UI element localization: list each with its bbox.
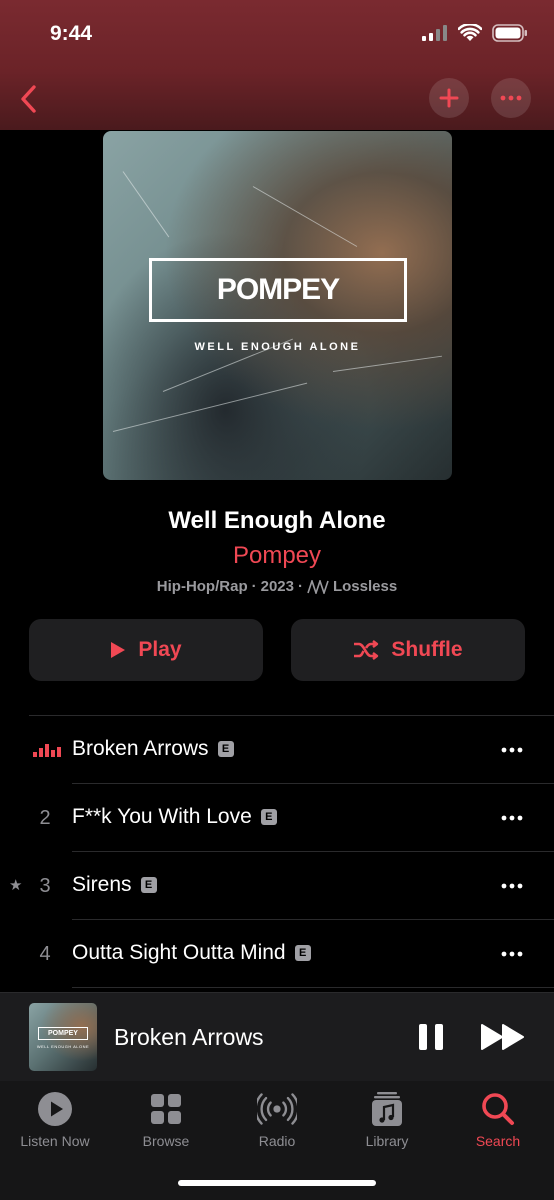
play-label: Play <box>138 638 182 661</box>
pause-icon-bar <box>435 1024 443 1050</box>
tab-label: Listen Now <box>20 1133 90 1149</box>
explicit-badge: E <box>217 741 234 757</box>
mini-player-artwork[interactable]: POMPEY WELL ENOUGH ALONE <box>29 1003 97 1071</box>
artwork-subtitle: WELL ENOUGH ALONE <box>194 341 361 353</box>
explicit-badge: E <box>140 877 157 893</box>
track-title: Outta Sight Outta Mind E <box>72 941 311 965</box>
now-playing-title[interactable]: Broken Arrows <box>114 1024 264 1051</box>
ellipsis-icon <box>501 747 523 753</box>
tab-label: Radio <box>258 1133 296 1149</box>
track-more-button[interactable] <box>500 738 524 762</box>
track-number: 4 <box>39 943 51 965</box>
play-circle-icon <box>38 1092 72 1126</box>
track-row[interactable]: ★ 3 Sirens E <box>0 852 554 920</box>
back-button[interactable] <box>8 77 48 121</box>
track-title: F**k You With Love E <box>72 805 277 829</box>
track-title-text: F**k You With Love <box>72 805 252 828</box>
track-divider <box>72 987 554 988</box>
more-options-button[interactable] <box>491 78 531 118</box>
album-year: 2023 <box>260 578 294 595</box>
tab-label: Library <box>365 1133 409 1149</box>
mini-artwork-subtitle: WELL ENOUGH ALONE <box>36 1044 90 1049</box>
album-genre: Hip-Hop/Rap <box>156 578 248 595</box>
explicit-badge: E <box>294 945 311 961</box>
artwork-title-box: POMPEY <box>149 258 407 322</box>
artwork-title: POMPEY <box>216 273 340 306</box>
plus-icon <box>439 88 459 108</box>
add-to-library-button[interactable] <box>429 78 469 118</box>
album-meta: Hip-Hop/Rap · 2023 · Lossless <box>0 578 554 595</box>
album-artist-link[interactable]: Pompey <box>0 542 554 570</box>
track-title: Broken Arrows E <box>72 737 234 761</box>
status-icons <box>422 24 528 42</box>
track-row[interactable]: 2 F**k You With Love E <box>0 784 554 852</box>
ellipsis-icon <box>500 95 522 101</box>
pause-button[interactable] <box>414 1018 448 1056</box>
track-more-button[interactable] <box>500 874 524 898</box>
track-number: 2 <box>39 807 51 829</box>
album-artwork[interactable]: POMPEY WELL ENOUGH ALONE <box>103 131 452 480</box>
popular-star-icon: ★ <box>9 877 23 894</box>
ellipsis-icon <box>501 883 523 889</box>
play-button[interactable]: Play <box>29 619 263 681</box>
library-music-icon <box>372 1092 402 1126</box>
meta-separator: · <box>297 578 303 595</box>
chevron-left-icon <box>21 85 36 113</box>
tab-library[interactable]: Library <box>332 1091 442 1157</box>
navigation-bar <box>0 75 554 123</box>
wifi-icon <box>458 24 482 41</box>
track-title-text: Broken Arrows <box>72 737 209 760</box>
tab-label: Search <box>475 1133 521 1149</box>
fast-forward-icon <box>481 1024 524 1050</box>
status-bar: 9:44 <box>0 0 554 70</box>
mini-artwork-title: POMPEY <box>38 1027 88 1040</box>
mini-player[interactable]: POMPEY WELL ENOUGH ALONE Broken Arrows <box>0 992 554 1081</box>
track-number: 3 <box>39 875 51 897</box>
shuffle-icon <box>354 640 379 660</box>
ellipsis-icon <box>501 951 523 957</box>
home-indicator[interactable] <box>178 1180 376 1186</box>
meta-separator: · <box>251 578 257 595</box>
tab-label: Browse <box>142 1133 190 1149</box>
pause-icon-bar <box>419 1024 427 1050</box>
track-row[interactable]: 4 Outta Sight Outta Mind E <box>0 920 554 988</box>
shuffle-button[interactable]: Shuffle <box>291 619 525 681</box>
grid-icon <box>151 1094 181 1124</box>
track-title: Sirens E <box>72 873 157 897</box>
battery-icon <box>492 24 527 42</box>
search-icon <box>482 1093 514 1125</box>
explicit-badge: E <box>260 809 277 825</box>
track-more-button[interactable] <box>500 942 524 966</box>
tab-browse[interactable]: Browse <box>111 1091 221 1157</box>
track-title-text: Sirens <box>72 873 132 896</box>
album-quality: Lossless <box>332 578 398 595</box>
status-time: 9:44 <box>50 22 93 45</box>
now-playing-equalizer-icon <box>33 744 61 757</box>
tab-listen-now[interactable]: Listen Now <box>0 1091 110 1157</box>
next-track-button[interactable] <box>478 1015 528 1059</box>
track-title-text: Outta Sight Outta Mind <box>72 941 286 964</box>
shuffle-label: Shuffle <box>391 638 463 661</box>
ellipsis-icon <box>501 815 523 821</box>
radio-waves-icon <box>257 1093 297 1125</box>
play-icon <box>111 642 126 658</box>
cellular-signal-icon <box>422 25 447 41</box>
tab-radio[interactable]: Radio <box>222 1091 332 1157</box>
album-title: Well Enough Alone <box>168 507 386 534</box>
track-row[interactable]: Broken Arrows E <box>0 716 554 784</box>
track-more-button[interactable] <box>500 806 524 830</box>
lossless-icon <box>307 579 329 594</box>
tab-search[interactable]: Search <box>443 1091 553 1157</box>
